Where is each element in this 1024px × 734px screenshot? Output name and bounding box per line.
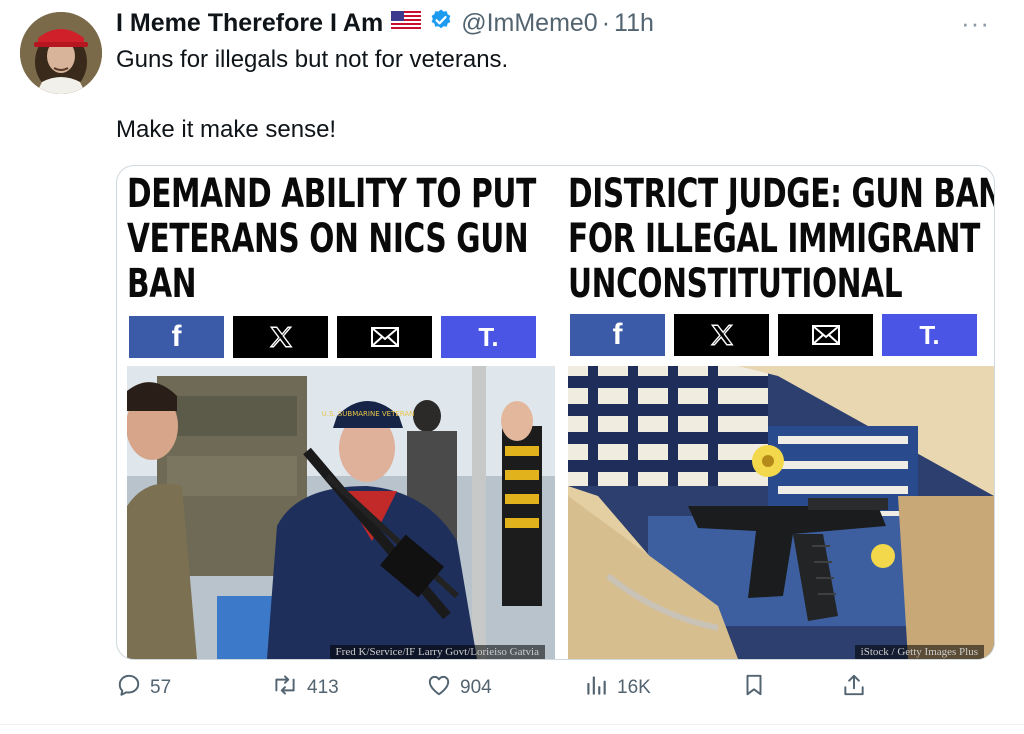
media-image-right[interactable]: DISTRICT JUDGE: GUN BAN FOR ILLEGAL IMMI… [558, 166, 994, 659]
share-row-right: f T. [570, 314, 977, 356]
view-count: 16K [617, 677, 651, 698]
tweet-actions: 57 413 904 16K [116, 672, 876, 706]
reply-icon [116, 672, 142, 704]
media-image-left[interactable]: DEMAND ABILITY TO PUT VETERANS ON NICS G… [117, 166, 555, 659]
separator: · [601, 8, 611, 37]
drawer-gun-photo: iStock / Getty Images Plus [568, 366, 994, 659]
bookmark-button[interactable] [741, 672, 767, 704]
email-share-icon [337, 316, 432, 358]
tweet-text-line: Make it make sense! [116, 116, 337, 143]
like-button[interactable]: 904 [426, 672, 492, 704]
veterans-photo: U.S. SUBMARINE VETERAN Fred K/Service/IF… [127, 366, 555, 659]
media-card[interactable]: DEMAND ABILITY TO PUT VETERANS ON NICS G… [116, 165, 995, 660]
headline-left: DEMAND ABILITY TO PUT VETERANS ON NICS G… [127, 171, 536, 307]
more-options-icon[interactable]: ··· [961, 8, 990, 39]
divider [0, 724, 1024, 725]
verified-badge-icon[interactable] [429, 8, 453, 39]
x-share-icon [233, 316, 328, 358]
photo-credit: Fred K/Service/IF Larry Govt/Lorieiso Ga… [329, 645, 545, 659]
us-flag-icon [391, 9, 422, 38]
tweet-header: I Meme Therefore I Am @ImMeme0 · 11h [116, 6, 654, 40]
truth-social-share-icon: T. [882, 314, 977, 356]
tweet-text: Guns for illegals but not for veterans. … [116, 44, 508, 146]
bookmark-icon [741, 672, 767, 704]
reply-count: 57 [150, 677, 172, 698]
x-share-icon [674, 314, 769, 356]
like-count: 904 [460, 677, 492, 698]
timestamp[interactable]: 11h [614, 9, 654, 38]
views-icon [583, 672, 609, 704]
display-name[interactable]: I Meme Therefore I Am [116, 9, 383, 38]
repost-icon [271, 672, 299, 704]
repost-button[interactable]: 413 [271, 672, 339, 704]
facebook-share-icon: f [570, 314, 665, 356]
share-button[interactable] [841, 672, 867, 704]
headline-right: DISTRICT JUDGE: GUN BAN FOR ILLEGAL IMMI… [568, 171, 995, 307]
handle[interactable]: @ImMeme0 [461, 9, 598, 38]
truth-letter: T. [919, 319, 940, 350]
share-icon [841, 672, 867, 704]
hat-text: U.S. SUBMARINE VETERAN [322, 410, 415, 418]
repost-count: 413 [307, 677, 339, 698]
reply-button[interactable]: 57 [116, 672, 171, 704]
views-button[interactable]: 16K [583, 672, 651, 704]
photo-credit: iStock / Getty Images Plus [854, 645, 984, 659]
avatar[interactable] [20, 12, 102, 94]
truth-social-share-icon: T. [441, 316, 536, 358]
email-share-icon [778, 314, 873, 356]
facebook-share-icon: f [129, 316, 224, 358]
truth-letter: T. [478, 321, 499, 352]
tweet-text-line: Guns for illegals but not for veterans. [116, 46, 509, 73]
share-row-left: f T. [129, 316, 536, 358]
heart-icon [426, 672, 452, 704]
